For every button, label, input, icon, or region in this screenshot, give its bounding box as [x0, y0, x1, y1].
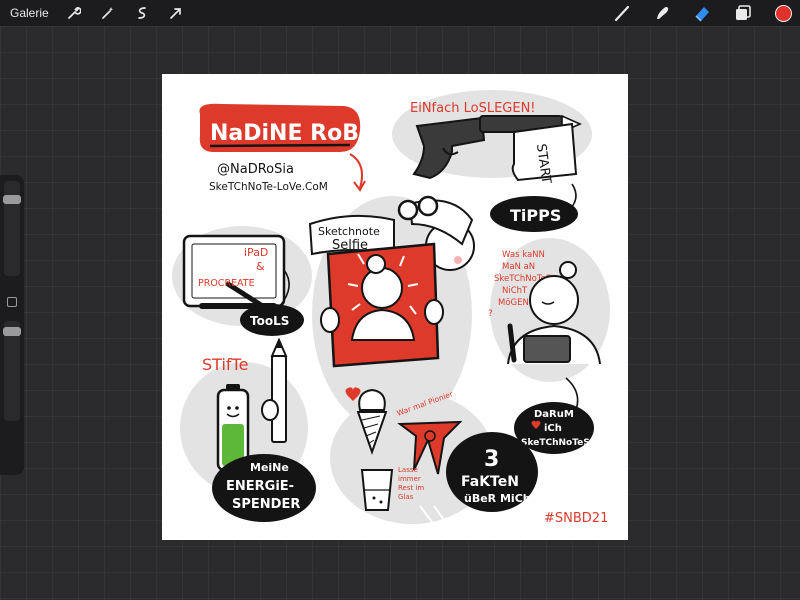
drawing-canvas[interactable]: NaDiNE RoBa @NaDRoSia SkeTChNoTe-LoVe.Co…: [162, 74, 628, 540]
selfie-label-line1: Sketchnote: [318, 225, 380, 238]
gallery-button[interactable]: Galerie: [10, 6, 49, 20]
glass-line-1: Lasse: [398, 466, 418, 474]
energy-line-2: ENERGiE-: [226, 479, 294, 494]
magic-wand-icon[interactable]: [97, 2, 119, 24]
selection-icon[interactable]: [131, 2, 153, 24]
facts-line-2: FaKTeN: [461, 474, 519, 490]
left-sidebar: [0, 175, 24, 475]
ipad-label: iPaD: [244, 246, 268, 259]
name-title: NaDiNE RoBa: [210, 121, 374, 146]
top-toolbar: Galerie: [0, 0, 800, 26]
stifte-label: STifTe: [202, 355, 248, 374]
question-mark: ?: [488, 309, 493, 319]
glass-drawing: [360, 469, 394, 511]
opacity-slider[interactable]: [3, 321, 21, 421]
procreate-label: PROCREATE: [198, 278, 255, 289]
start-heading: EiNfach LoSLEGEN!: [410, 101, 536, 116]
energy-line-3: SPENDER: [232, 497, 300, 512]
website-text: SkeTChNoTe-LoVe.CoM: [209, 181, 328, 193]
brush-size-knob[interactable]: [3, 195, 21, 204]
color-picker[interactable]: [772, 2, 794, 24]
tipps-label: TiPPS: [510, 206, 561, 225]
hashtag: #SNBD21: [544, 511, 608, 526]
opacity-knob[interactable]: [3, 327, 21, 336]
darum-line-3: SkeTChNoTeS: [521, 438, 590, 448]
transform-arrow-icon[interactable]: [165, 2, 187, 24]
selfie-portrait-poster: [320, 242, 444, 368]
glass-line-4: Glas: [398, 493, 414, 501]
glass-line-2: immer: [398, 475, 421, 483]
ampersand: &: [256, 260, 265, 273]
question-line-5: MöGEN: [498, 298, 529, 308]
facts-line-1: 3: [484, 447, 499, 472]
paint-tools: [594, 2, 794, 24]
brush-size-slider[interactable]: [3, 181, 21, 276]
start-flag: START: [511, 122, 578, 185]
question-line-2: MaN aN: [502, 262, 535, 272]
brush-icon[interactable]: [612, 2, 634, 24]
tools-label: TooLS: [250, 314, 289, 328]
energy-line-1: MeiNe: [250, 461, 289, 474]
active-color-swatch: [774, 4, 792, 22]
glass-line-3: Rest im: [398, 484, 424, 492]
question-line-4: NiChT: [502, 286, 528, 296]
modify-button[interactable]: [7, 297, 17, 307]
facts-line-3: üBeR MiCh: [464, 492, 531, 505]
darum-line-1: DaRuM: [534, 409, 574, 420]
darum-line-2: iCh: [544, 423, 562, 434]
eraser-icon[interactable]: [692, 2, 714, 24]
sketchnote-artwork: NaDiNE RoBa @NaDRoSia SkeTChNoTe-LoVe.Co…: [172, 90, 610, 526]
question-line-1: Was kaNN: [502, 250, 545, 260]
smudge-icon[interactable]: [652, 2, 674, 24]
twitter-handle: @NaDRoSia: [217, 162, 294, 177]
wrench-icon[interactable]: [63, 2, 85, 24]
ipad-drawing: [182, 234, 286, 315]
layers-icon[interactable]: [732, 2, 754, 24]
